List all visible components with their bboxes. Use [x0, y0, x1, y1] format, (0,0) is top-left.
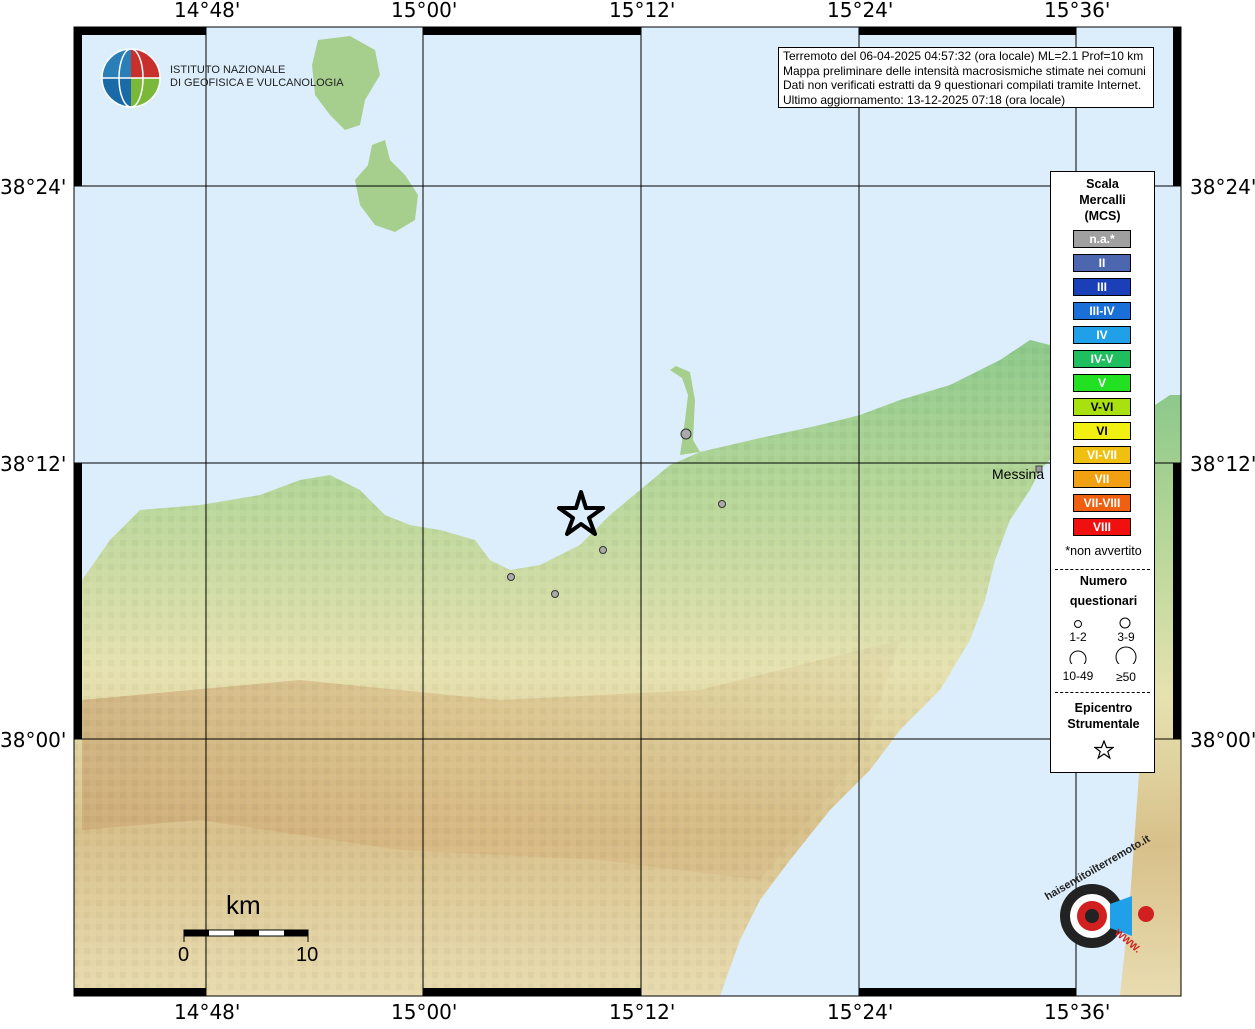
lon-label: 14°48'	[174, 0, 241, 22]
size-label: 10-49	[1062, 669, 1094, 683]
size-50-icon	[1115, 646, 1137, 664]
marker-1-2	[551, 590, 559, 598]
intensity-swatch: n.a.*	[1073, 230, 1131, 248]
marker-1-2	[507, 573, 515, 581]
lon-label: 15°00'	[391, 0, 458, 22]
ingv-logo-text: ISTITUTO NAZIONALE DI GEOFISICA E VULCAN…	[170, 64, 344, 90]
lon-label: 14°48'	[174, 1000, 241, 1024]
legend-separator	[1055, 692, 1150, 693]
legend-title-line: Mercalli	[1079, 193, 1126, 207]
marker-1-2	[680, 428, 692, 440]
ingv-logo-icon	[101, 48, 161, 108]
intensity-swatch: II	[1073, 254, 1131, 272]
intensity-swatch: III	[1073, 278, 1131, 296]
intensity-swatch: IV	[1073, 326, 1131, 344]
size-1-2-icon	[1074, 620, 1082, 628]
intensity-swatch: VI	[1073, 422, 1131, 440]
info-line: Ultimo aggiornamento: 13-12-2025 07:18 (…	[783, 92, 1066, 107]
count-title: questionari	[1069, 594, 1138, 608]
lat-label: 38°12'	[0, 452, 67, 476]
lat-label: 38°24'	[1190, 175, 1255, 199]
intensity-swatch: VIII	[1073, 518, 1131, 536]
intensity-swatch: IV-V	[1073, 350, 1131, 368]
info-line: Terremoto del 06-04-2025 04:57:32 (ora l…	[783, 49, 1144, 63]
legend-panel: Scala Mercalli (MCS) n.a.* II III III-IV IV I…	[1050, 171, 1155, 773]
event-info-box: Terremoto del 06-04-2025 04:57:32 (ora l…	[778, 47, 1154, 108]
lon-label: 15°00'	[391, 1000, 458, 1024]
intensity-swatch: VII-VIII	[1073, 494, 1131, 512]
size-10-49-icon	[1069, 650, 1087, 664]
size-label: ≥50	[1116, 670, 1136, 684]
lat-label: 38°24'	[0, 175, 67, 199]
lon-label: 15°24'	[827, 0, 894, 22]
legend-title: Scala Mercalli (MCS)	[1051, 176, 1154, 224]
legend-note: *non avvertito	[1065, 544, 1142, 558]
epicenter-title: Strumentale	[1067, 717, 1140, 731]
scale-unit: km	[226, 890, 261, 920]
marker-1-2	[599, 546, 607, 554]
intensity-swatch: V-VI	[1073, 398, 1131, 416]
size-3-9-icon	[1119, 617, 1131, 629]
intensity-swatch: III-IV	[1073, 302, 1131, 320]
lat-label: 38°00'	[1190, 728, 1255, 752]
lat-label: 38°00'	[0, 728, 67, 752]
lon-label: 15°36'	[1044, 0, 1111, 22]
lon-label: 15°36'	[1044, 1000, 1111, 1024]
logo-line: DI GEOFISICA E VULCANOLOGIA	[170, 77, 344, 89]
place-label-messina: Messina	[992, 466, 1045, 482]
lat-label: 38°12'	[1190, 452, 1255, 476]
lon-label: 15°12'	[609, 1000, 676, 1024]
logo-line: ISTITUTO NAZIONALE	[170, 64, 286, 76]
epicenter-star-icon	[1094, 740, 1114, 760]
macroseismic-map: 14°48' 15°00' 15°12' 15°24' 15°36' 14°48…	[0, 0, 1255, 1024]
size-label: 1-2	[1069, 630, 1087, 644]
info-line: Mappa preliminare delle intensità macros…	[783, 63, 1146, 78]
scale-start: 0	[178, 944, 190, 966]
intensity-swatch: VII	[1073, 470, 1131, 488]
intensity-swatch: VI-VII	[1073, 446, 1131, 464]
lon-label: 15°24'	[827, 1000, 894, 1024]
info-line: Dati non verificati estratti da 9 questi…	[783, 78, 1142, 92]
legend-title-line: (MCS)	[1084, 209, 1121, 223]
epicenter-title: Epicentro	[1074, 701, 1133, 715]
legend-separator	[1055, 569, 1150, 570]
marker-1-2	[718, 500, 726, 508]
lon-label: 15°12'	[609, 0, 676, 22]
intensity-swatch: V	[1073, 374, 1131, 392]
size-label: 3-9	[1117, 630, 1135, 644]
legend-title-line: Scala	[1086, 177, 1119, 191]
count-title: Numero	[1079, 574, 1128, 588]
scale-end: 10	[296, 944, 319, 966]
